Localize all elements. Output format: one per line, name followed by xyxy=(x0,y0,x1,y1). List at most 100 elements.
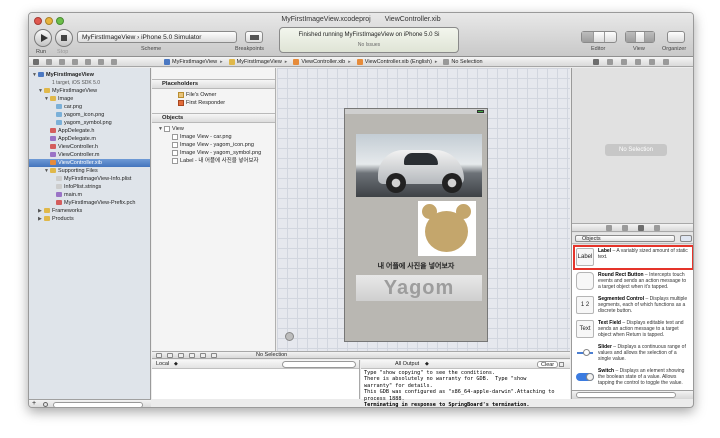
step-over-icon[interactable] xyxy=(178,353,184,358)
outline-placeholder-files-owner[interactable]: File's Owner xyxy=(178,91,216,99)
navigator-item[interactable]: ▼ Supporting Files xyxy=(29,167,150,175)
iphone-view[interactable]: 내 어플에 사진을 넣어보자 Yagom xyxy=(344,108,488,342)
stop-button[interactable] xyxy=(55,29,73,47)
file-inspector-icon[interactable] xyxy=(593,59,599,65)
recent-filter-icon[interactable] xyxy=(43,402,48,407)
variables-scope-popup[interactable]: Local xyxy=(156,360,169,368)
navigator-item[interactable]: MyFirstImageView-Info.plist xyxy=(29,175,150,183)
debug-navigator-icon[interactable] xyxy=(85,59,91,65)
grid-view-icon[interactable] xyxy=(680,235,692,242)
navigator-item[interactable]: yagom_symbol.png xyxy=(29,119,150,127)
project-navigator-icon[interactable] xyxy=(33,59,39,65)
add-file-icon[interactable]: + xyxy=(32,400,36,407)
breadcrumb-item[interactable]: ViewController.xib xyxy=(290,59,353,65)
location-icon[interactable] xyxy=(211,353,217,358)
quick-help-icon[interactable] xyxy=(607,59,613,65)
chevron-down-icon[interactable]: ◆ xyxy=(174,360,178,368)
navigator-item[interactable]: ▼ Image xyxy=(29,95,150,103)
library-item[interactable]: Text Text Field – Displays editable text … xyxy=(572,317,693,341)
log-navigator-icon[interactable] xyxy=(111,59,117,65)
file-template-library-icon[interactable] xyxy=(606,225,612,231)
navigator-item[interactable]: ▶ Frameworks xyxy=(29,207,150,215)
library-item[interactable]: Switch – Displays an element showing the… xyxy=(572,365,693,389)
library-popup[interactable]: Objects xyxy=(575,235,675,242)
outline-object-car[interactable]: Image View - car.png xyxy=(172,133,232,141)
navigator-item[interactable]: car.png xyxy=(29,103,150,111)
outline-object-label[interactable]: Label - 내 어플에 사진을 넣어보자 xyxy=(172,157,259,165)
version-editor-segment[interactable] xyxy=(605,32,616,42)
editor-segmented-control[interactable] xyxy=(581,31,617,43)
library-item[interactable]: Round Rect Button – Intercepts touch eve… xyxy=(572,269,693,293)
run-button[interactable] xyxy=(34,29,52,47)
car-image-view[interactable] xyxy=(356,134,482,197)
outline-object-icon[interactable]: Image View - yagom_icon.png xyxy=(172,141,254,149)
objects-header[interactable]: Objects xyxy=(152,113,275,123)
utilities-toggle-segment[interactable] xyxy=(645,32,655,42)
navigator-item[interactable]: ViewController.h xyxy=(29,143,150,151)
navigator-item[interactable]: ViewController.m xyxy=(29,151,150,159)
yagom-symbol-image-view[interactable]: Yagom xyxy=(356,275,482,301)
variables-search-input[interactable] xyxy=(282,361,356,368)
navigator-item[interactable]: AppDelegate.m xyxy=(29,135,150,143)
debug-area-toggle-segment[interactable] xyxy=(636,32,646,42)
breadcrumb-item[interactable]: MyFirstImageView xyxy=(226,59,291,65)
size-inspector-icon[interactable] xyxy=(649,59,655,65)
chevron-down-icon[interactable]: ◆ xyxy=(425,360,429,368)
variables-header: Local ◆ xyxy=(152,360,359,369)
navigator-item[interactable]: ▼ MyFirstImageView xyxy=(29,87,150,95)
organizer-button[interactable] xyxy=(667,31,685,43)
library-selector-bar xyxy=(572,223,693,232)
outline-toggle-button[interactable] xyxy=(285,332,294,341)
navigator-item[interactable]: ViewController.xib xyxy=(29,159,150,167)
attributes-inspector-icon[interactable] xyxy=(635,59,641,65)
korean-label[interactable]: 내 어플에 사진을 넣어보자 xyxy=(345,261,487,271)
yagom-icon-image-view[interactable] xyxy=(418,201,476,256)
navigator-item[interactable]: main.m xyxy=(29,191,150,199)
interface-builder-canvas[interactable]: 내 어플에 사진을 넣어보자 Yagom xyxy=(277,68,570,351)
inspector-no-selection: No Selection xyxy=(605,144,667,156)
navigator-item[interactable]: ▶ Products xyxy=(29,215,150,223)
outline-placeholder-first-responder[interactable]: First Responder xyxy=(178,99,225,107)
navigator-item[interactable]: yagom_icon.png xyxy=(29,111,150,119)
step-out-icon[interactable] xyxy=(200,353,206,358)
breakpoints-button[interactable] xyxy=(245,31,263,43)
outline-view[interactable]: ▼ View xyxy=(158,125,184,133)
breadcrumb-item[interactable]: MyFirstImageView xyxy=(161,59,226,65)
navigator-item[interactable]: 1 target, iOS SDK 5.0 xyxy=(29,79,150,87)
library-item[interactable]: 1 2 Segmented Control – Displays multiple… xyxy=(572,293,693,317)
breakpoint-navigator-icon[interactable] xyxy=(98,59,104,65)
standard-editor-segment[interactable] xyxy=(582,32,594,42)
library-item[interactable]: Label Label – A variably sized amount of … xyxy=(572,245,693,270)
code-snippet-library-icon[interactable] xyxy=(622,225,628,231)
placeholders-header[interactable]: Placeholders xyxy=(152,79,275,89)
issue-navigator-icon[interactable] xyxy=(72,59,78,65)
car-wheel-front xyxy=(386,173,406,193)
navigator-filter-input[interactable] xyxy=(53,402,143,407)
view-segmented-control[interactable] xyxy=(625,31,655,43)
object-library-icon[interactable] xyxy=(638,225,644,231)
navigator-toggle-segment[interactable] xyxy=(626,32,636,42)
identity-inspector-icon[interactable] xyxy=(621,59,627,65)
outline-object-symbol[interactable]: Image View - yagom_symbol.png xyxy=(172,149,261,157)
scheme-popup[interactable]: MyFirstImageView › iPhone 5.0 Simulator xyxy=(77,31,237,43)
navigator-item[interactable]: ▼ MyFirstImageView xyxy=(29,71,150,79)
output-scope-popup[interactable]: All Output xyxy=(395,360,419,368)
search-navigator-icon[interactable] xyxy=(59,59,65,65)
clear-console-button[interactable]: Clear xyxy=(537,361,559,368)
symbol-navigator-icon[interactable] xyxy=(46,59,52,65)
media-library-icon[interactable] xyxy=(654,225,660,231)
assistant-editor-segment[interactable] xyxy=(594,32,606,42)
navigator-item[interactable]: AppDelegate.h xyxy=(29,127,150,135)
breadcrumb-item[interactable]: ViewController.xib (English) xyxy=(354,59,441,65)
step-into-icon[interactable] xyxy=(189,353,195,358)
connections-inspector-icon[interactable] xyxy=(663,59,669,65)
breadcrumb-item[interactable]: No Selection xyxy=(440,59,488,65)
navigator-item[interactable]: InfoPlist.strings xyxy=(29,183,150,191)
library-search-input[interactable] xyxy=(576,392,676,398)
library-item[interactable]: Slider – Displays a continuous range of … xyxy=(572,341,693,365)
hide-debug-area-icon[interactable] xyxy=(156,353,162,358)
console-layout-icon[interactable] xyxy=(559,362,564,367)
console-output[interactable]: Type "show copying" to see the condition… xyxy=(364,370,555,407)
pause-icon[interactable] xyxy=(167,353,173,358)
navigator-item[interactable]: MyFirstImageView-Prefix.pch xyxy=(29,199,150,207)
